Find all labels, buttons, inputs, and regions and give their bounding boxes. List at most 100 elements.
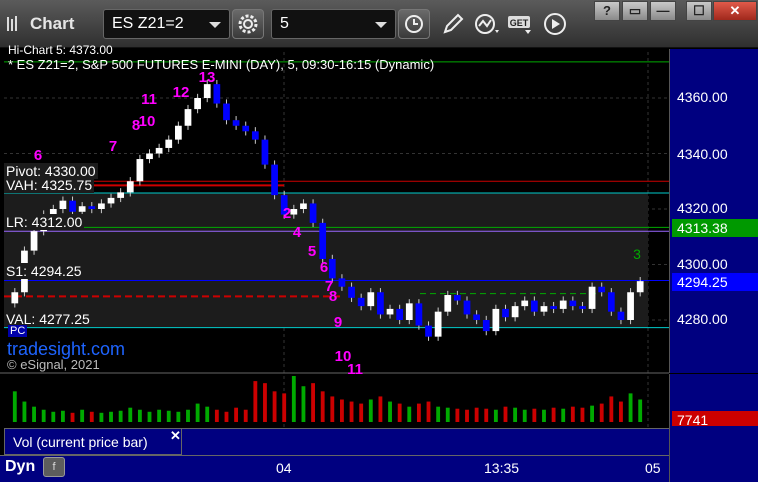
candle-body	[598, 286, 606, 293]
candle-body	[627, 292, 634, 320]
candle-body	[242, 125, 250, 132]
candle-body	[146, 153, 153, 160]
candle-body	[223, 103, 230, 121]
copyright: © eSignal, 2021	[7, 357, 100, 372]
candle-body	[88, 206, 96, 209]
candle-body	[502, 308, 509, 318]
count-label: 6	[34, 147, 42, 164]
dynamic-icon[interactable]: f	[43, 457, 65, 477]
candle-body	[434, 311, 442, 337]
candle-body	[309, 203, 317, 223]
count-label: 11	[141, 91, 157, 108]
candle-body	[232, 120, 240, 126]
candle-body	[98, 203, 105, 209]
chart-header: * ES Z21=2, S&P 500 FUTURES E-MINI (DAY)…	[8, 57, 435, 72]
candle-body	[636, 281, 644, 293]
count-label-green: 3	[633, 246, 641, 262]
candle-body	[396, 308, 404, 320]
price-tick: 4280.00	[677, 311, 728, 327]
candle-body	[357, 297, 365, 307]
candle-body	[300, 203, 307, 209]
candle-body	[386, 308, 394, 315]
candle-body	[165, 139, 173, 148]
candle-body	[415, 303, 423, 326]
candle-body	[107, 197, 115, 204]
candle-body	[59, 200, 67, 209]
candle-body	[271, 164, 278, 196]
chart-header-top: Hi-Chart 5: 4373.00	[8, 43, 113, 57]
candle-body	[607, 292, 615, 312]
candle-body	[290, 209, 298, 215]
candle-body	[492, 308, 500, 332]
count-label: 4	[293, 224, 302, 241]
time-axis[interactable]	[0, 455, 669, 482]
candle-body	[617, 311, 625, 320]
candle-body	[559, 300, 567, 309]
candle-body	[444, 295, 452, 312]
candle-body	[521, 300, 529, 307]
candle-body	[588, 286, 596, 309]
candle-body	[338, 278, 346, 287]
candle-body	[377, 292, 384, 315]
time-label: 04	[276, 460, 292, 476]
candle-body	[473, 314, 480, 320]
candle-body	[251, 131, 259, 140]
candle-body	[319, 222, 327, 259]
count-label: 9	[334, 314, 342, 331]
count-label: 5	[308, 243, 316, 260]
candle-body	[30, 231, 38, 251]
price-tick: 4320.00	[677, 200, 728, 216]
candle-body	[117, 192, 125, 198]
price-tick: 4360.00	[677, 89, 728, 105]
count-label: 11	[347, 361, 363, 378]
candle-body	[136, 159, 144, 182]
candle-body	[69, 200, 76, 212]
candle-body	[261, 139, 269, 165]
candle-body	[184, 109, 192, 126]
candle-body	[367, 292, 375, 307]
lr-label: LR: 4312.00	[4, 214, 85, 230]
candle-body	[175, 125, 182, 140]
candle-body	[425, 325, 432, 337]
volume-panel-strip	[182, 428, 669, 455]
candle-body	[348, 286, 355, 298]
vah-label: VAH: 4325.75	[4, 177, 95, 193]
close-icon[interactable]: ✕	[170, 428, 181, 444]
corner-panel	[669, 426, 758, 482]
grid	[0, 52, 669, 455]
volume-bars	[12, 376, 643, 422]
candle-body	[454, 295, 461, 301]
candle-body	[194, 98, 201, 110]
last-price-green-tag: 4313.38	[672, 219, 758, 237]
candle-body	[530, 300, 538, 312]
candle-body	[540, 306, 548, 312]
candle-body	[511, 306, 519, 318]
count-label: 10	[139, 113, 156, 130]
candle-body	[328, 258, 336, 279]
candle-body	[126, 181, 134, 193]
s1-label: S1: 4294.25	[4, 263, 84, 279]
dynamic-label: Dyn	[5, 458, 36, 475]
candle-body	[405, 303, 413, 320]
candle-body	[482, 320, 490, 332]
pc-label: PC	[8, 325, 28, 337]
count-label: 7	[109, 138, 117, 155]
price-tick: 4340.00	[677, 146, 728, 162]
candle-body	[213, 84, 221, 104]
candle-body	[569, 300, 577, 307]
count-label: 6	[320, 259, 328, 276]
last-price-blue-tag: 4294.25	[672, 273, 758, 291]
count-label: 12	[173, 84, 190, 101]
time-label: 05	[645, 460, 661, 476]
candle-body	[550, 306, 557, 309]
candle-body	[78, 206, 86, 212]
candle-body	[203, 84, 211, 98]
price-chart[interactable]: 6781011 1213245678910113	[0, 0, 758, 482]
price-tick: 4300.00	[677, 256, 728, 272]
candle-body	[463, 300, 471, 315]
count-label: 2	[283, 205, 291, 222]
candle-body	[155, 147, 163, 154]
volume-panel-label[interactable]: Vol (current price bar)	[4, 428, 182, 455]
candle-body	[11, 292, 19, 304]
time-label: 13:35	[484, 460, 520, 476]
